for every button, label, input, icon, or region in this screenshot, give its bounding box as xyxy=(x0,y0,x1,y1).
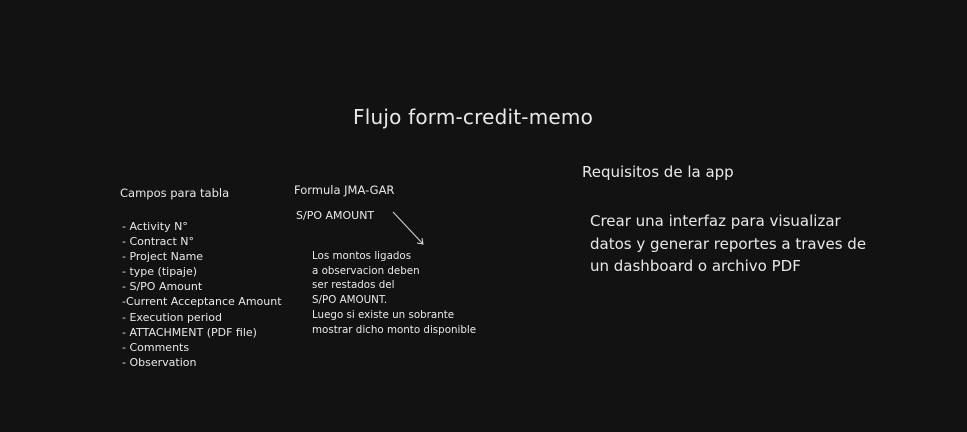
arrow-icon xyxy=(392,211,424,245)
field-item: -Current Acceptance Amount xyxy=(122,295,282,309)
requirements-heading: Requisitos de la app xyxy=(582,163,734,181)
field-item: - Observation xyxy=(122,355,197,369)
note-line: S/PO AMOUNT. xyxy=(312,294,388,307)
fields-list: - Activity N° - Contract N° - Project Na… xyxy=(122,219,282,370)
requirements-text: Crear una interfaz para visualizar datos… xyxy=(590,210,866,278)
formula-label: S/PO AMOUNT xyxy=(296,209,375,222)
note-line: ser restados del xyxy=(312,279,395,292)
field-item: - Contract N° xyxy=(122,235,195,249)
field-item: - Project Name xyxy=(122,250,204,264)
field-item: - Execution period xyxy=(122,310,222,324)
note-line: a observacion deben xyxy=(312,264,420,277)
field-item: - S/PO Amount xyxy=(122,280,203,294)
note-line: mostrar dicho monto disponible xyxy=(312,323,477,336)
requirement-line: datos y generar reportes a traves de xyxy=(590,234,867,253)
note-line: Luego si existe un sobrante xyxy=(312,308,455,321)
formula-note: Los montos ligados a observacion deben s… xyxy=(312,249,476,337)
requirement-line: un dashboard o archivo PDF xyxy=(590,257,801,275)
field-item: - Comments xyxy=(122,340,190,354)
formula-heading: Formula JMA-GAR xyxy=(294,183,395,197)
note-line: Los montos ligados xyxy=(312,250,412,262)
field-item: - ATTACHMENT (PDF file) xyxy=(122,325,257,339)
field-item: - Activity N° xyxy=(122,220,188,233)
requirement-line: Crear una interfaz para visualizar xyxy=(590,212,841,230)
fields-heading: Campos para tabla xyxy=(120,186,230,200)
diagram-title: Flujo form-credit-memo xyxy=(353,105,594,129)
field-item: - type (tipaje) xyxy=(122,265,198,279)
